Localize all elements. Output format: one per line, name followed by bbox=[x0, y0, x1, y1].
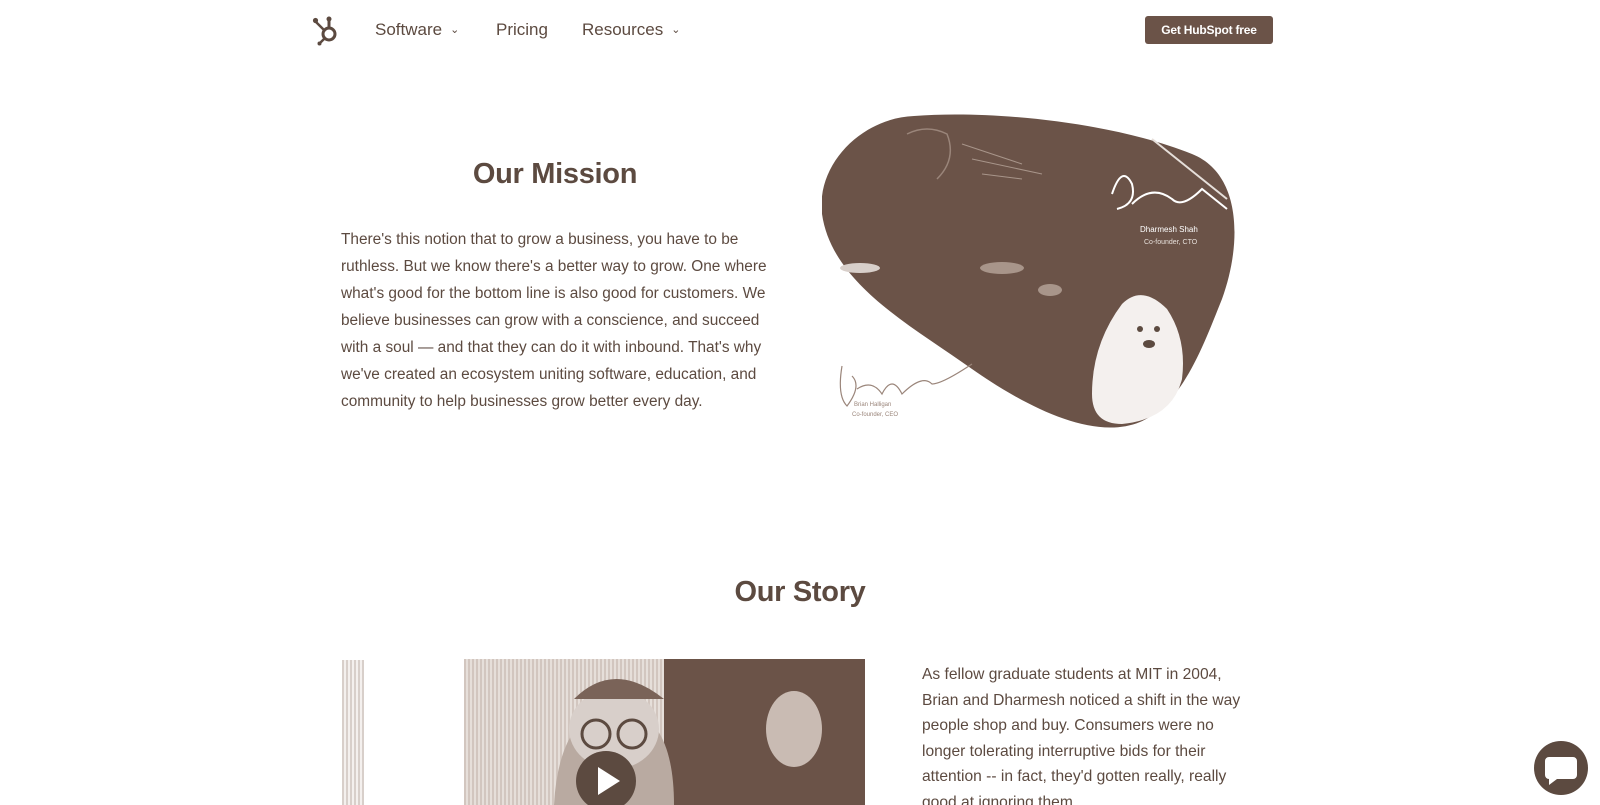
video-thumbnail bbox=[464, 659, 822, 805]
nav-pricing-label: Pricing bbox=[496, 20, 548, 39]
top-navigation: Software ⌄ Pricing Resources ⌄ Get HubSpot… bbox=[0, 0, 1600, 62]
video-edge bbox=[342, 660, 364, 805]
play-button[interactable] bbox=[576, 751, 636, 805]
hubspot-logo-icon[interactable] bbox=[312, 14, 342, 46]
caption-dharmesh: Dharmesh Shah bbox=[1140, 225, 1198, 234]
story-heading: Our Story bbox=[734, 576, 866, 608]
story-video[interactable] bbox=[464, 659, 865, 805]
mission-heading: Our Mission bbox=[472, 158, 638, 190]
founders-photo: Dharmesh Shah Co-founder, CTO Brian Hall… bbox=[822, 114, 1235, 428]
caption-brian: Brian Halligan bbox=[854, 402, 891, 408]
caption-ceo: Co-founder, CEO bbox=[852, 412, 898, 418]
chevron-down-icon: ⌄ bbox=[671, 24, 681, 36]
get-hubspot-free-button[interactable]: Get HubSpot free bbox=[1145, 16, 1273, 44]
chevron-down-icon: ⌄ bbox=[450, 24, 460, 36]
play-icon bbox=[598, 767, 620, 795]
mission-paragraph: There's this notion that to grow a busin… bbox=[341, 231, 767, 410]
nav-resources-label: Resources bbox=[582, 20, 664, 39]
chat-launcher-button[interactable] bbox=[1534, 741, 1588, 795]
caption-cto: Co-founder, CTO bbox=[1144, 239, 1198, 246]
nav-software[interactable]: Software ⌄ bbox=[375, 20, 459, 40]
story-paragraph: As fellow graduate students at MIT in 20… bbox=[922, 666, 1241, 805]
chat-bubble-icon bbox=[1545, 757, 1577, 785]
nav-software-label: Software bbox=[375, 20, 443, 39]
nav-pricing[interactable]: Pricing bbox=[496, 20, 548, 40]
nav-resources[interactable]: Resources ⌄ bbox=[582, 20, 680, 40]
